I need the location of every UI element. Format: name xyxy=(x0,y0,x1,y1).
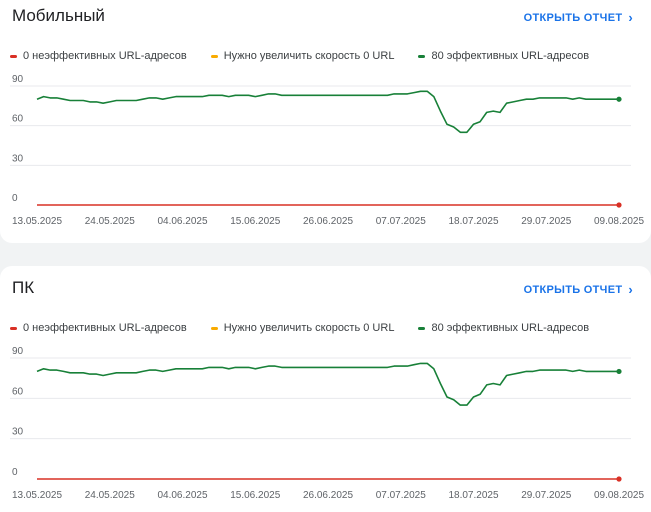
y-tick-label: 0 xyxy=(12,193,18,204)
mobile-report-card: Мобильный ОТКРЫТЬ ОТЧЕТ › 0 неэффективны… xyxy=(0,0,651,243)
x-tick-label: 15.06.2025 xyxy=(230,216,280,227)
x-tick-label: 13.05.2025 xyxy=(12,490,62,501)
x-tick-label: 07.07.2025 xyxy=(376,216,426,227)
series-endpoint-1 xyxy=(616,368,622,375)
series-endpoint-1 xyxy=(616,96,622,102)
x-tick-label: 26.06.2025 xyxy=(303,490,353,501)
y-tick-label: 30 xyxy=(12,153,24,164)
x-tick-label: 09.08.2025 xyxy=(594,490,644,501)
y-tick-label: 90 xyxy=(12,346,24,357)
x-tick-label: 18.07.2025 xyxy=(448,490,498,501)
x-tick-label: 07.07.2025 xyxy=(376,490,426,501)
x-tick-label: 24.05.2025 xyxy=(85,216,135,227)
mobile-line-chart: 0 30 60 90 13.05.2025 24.05.2025 04.06.2025 15.… xyxy=(10,74,644,227)
x-tick-label: 15.06.2025 xyxy=(230,490,280,501)
y-tick-label: 60 xyxy=(12,386,24,397)
y-tick-label: 0 xyxy=(12,467,18,478)
x-tick-label: 29.07.2025 xyxy=(521,216,571,227)
x-tick-label: 24.05.2025 xyxy=(85,490,135,501)
y-tick-label: 90 xyxy=(12,74,24,85)
x-tick-label: 04.06.2025 xyxy=(157,216,207,227)
y-tick-label: 60 xyxy=(12,114,24,125)
x-tick-label: 18.07.2025 xyxy=(448,216,498,227)
series-line-1 xyxy=(36,362,619,406)
x-tick-label: 13.05.2025 xyxy=(12,216,62,227)
desktop-line-chart: 0 30 60 90 13.05.2025 24.05.2025 04.06.2025 15.… xyxy=(10,346,644,501)
desktop-report-card: ПК ОТКРЫТЬ ОТЧЕТ › 0 неэффективных URL-а… xyxy=(0,266,651,512)
x-tick-label: 29.07.2025 xyxy=(521,490,571,501)
series-endpoint-0 xyxy=(616,202,622,208)
x-tick-label: 26.06.2025 xyxy=(303,216,353,227)
series-endpoint-0 xyxy=(616,476,622,482)
x-tick-label: 04.06.2025 xyxy=(157,490,207,501)
y-tick-label: 30 xyxy=(12,427,24,438)
x-tick-label: 09.08.2025 xyxy=(594,216,644,227)
